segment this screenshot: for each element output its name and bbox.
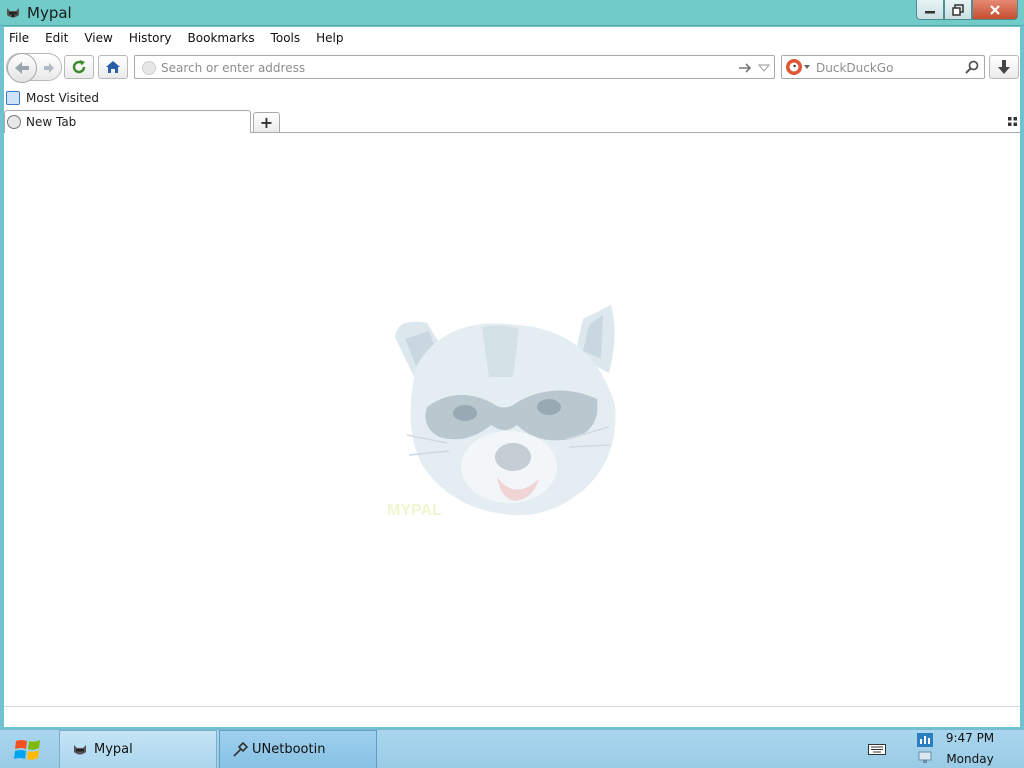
- engine-dropdown-icon[interactable]: [804, 65, 810, 69]
- reload-button[interactable]: [64, 55, 94, 79]
- restore-button[interactable]: [944, 0, 972, 20]
- minimize-button[interactable]: [916, 0, 944, 20]
- search-icon[interactable]: [964, 59, 980, 75]
- globe-icon: [7, 115, 21, 129]
- menu-bookmarks[interactable]: Bookmarks: [188, 31, 255, 45]
- tab-label: New Tab: [26, 115, 77, 129]
- clock-time: 9:47 PM: [945, 731, 995, 745]
- list-all-tabs-icon[interactable]: [1008, 117, 1017, 126]
- start-button[interactable]: [0, 730, 56, 768]
- minimize-icon: [925, 10, 935, 13]
- system-clock[interactable]: 9:47 PM Monday: [940, 730, 1000, 768]
- back-arrow-icon: [15, 62, 29, 74]
- close-icon: [990, 4, 1000, 15]
- menu-history[interactable]: History: [129, 31, 172, 45]
- svg-text:MYPAL: MYPAL: [387, 502, 442, 519]
- duckduckgo-icon[interactable]: [786, 59, 802, 75]
- forward-arrow-icon: [44, 63, 54, 73]
- downloads-button[interactable]: [989, 55, 1019, 79]
- menu-file[interactable]: File: [9, 31, 29, 45]
- reload-icon: [72, 60, 86, 74]
- address-input[interactable]: [161, 59, 721, 76]
- windows-start-icon: [14, 739, 40, 760]
- bookmark-most-visited[interactable]: Most Visited: [6, 91, 99, 105]
- window-title: Mypal: [27, 4, 72, 22]
- taskbar: Mypal UNetbootin 9:47 PM Monday: [0, 729, 1024, 768]
- site-identity-icon[interactable]: [142, 61, 156, 75]
- tab-strip: New Tab +: [4, 109, 1020, 134]
- close-button[interactable]: [972, 0, 1018, 20]
- taskbar-item-label: UNetbootin: [252, 742, 326, 757]
- status-area: [4, 706, 1020, 727]
- home-button[interactable]: [98, 55, 128, 79]
- keyboard-icon[interactable]: [868, 742, 886, 756]
- forward-button[interactable]: [40, 59, 58, 77]
- restore-icon: [952, 3, 964, 16]
- navigation-toolbar: [4, 49, 1020, 87]
- new-tab-button[interactable]: +: [253, 112, 280, 133]
- page-content: MYPAL: [4, 133, 1020, 708]
- home-icon: [106, 61, 120, 73]
- menu-edit[interactable]: Edit: [45, 31, 68, 45]
- taskbar-item-unetbootin[interactable]: UNetbootin: [219, 730, 377, 768]
- browser-client-area: File Edit View History Bookmarks Tools H…: [4, 27, 1020, 727]
- menu-view[interactable]: View: [84, 31, 112, 45]
- back-forward-group: [6, 53, 62, 83]
- menu-bar: File Edit View History Bookmarks Tools H…: [4, 27, 1020, 49]
- mypal-raccoon-icon: [74, 745, 86, 755]
- bookmark-label: Most Visited: [26, 91, 100, 105]
- title-bar[interactable]: Mypal: [0, 0, 1024, 26]
- network-icon[interactable]: [917, 733, 933, 747]
- taskbar-item-label: Mypal: [94, 742, 133, 757]
- address-bar[interactable]: [134, 55, 775, 79]
- mypal-raccoon-icon: [7, 8, 19, 18]
- menu-tools[interactable]: Tools: [271, 31, 301, 45]
- clock-day: Monday: [946, 752, 994, 766]
- mypal-raccoon-logo: MYPAL: [387, 305, 616, 519]
- history-dropdown-icon[interactable]: [757, 60, 771, 76]
- taskbar-item-mypal[interactable]: Mypal: [59, 730, 217, 768]
- bookmark-folder-icon: [6, 91, 20, 105]
- back-button[interactable]: [7, 53, 37, 83]
- go-arrow-icon[interactable]: [737, 60, 753, 76]
- browser-window: Mypal File Edit View History Bookmarks T…: [0, 0, 1024, 729]
- unetbootin-icon: [233, 742, 248, 757]
- search-bar[interactable]: [781, 55, 985, 79]
- action-center-icon[interactable]: [918, 751, 932, 764]
- search-input[interactable]: [816, 59, 956, 76]
- tab-new-tab[interactable]: New Tab: [4, 110, 251, 134]
- menu-help[interactable]: Help: [316, 31, 343, 45]
- download-arrow-icon: [998, 60, 1010, 74]
- bookmarks-toolbar: Most Visited: [4, 87, 1020, 109]
